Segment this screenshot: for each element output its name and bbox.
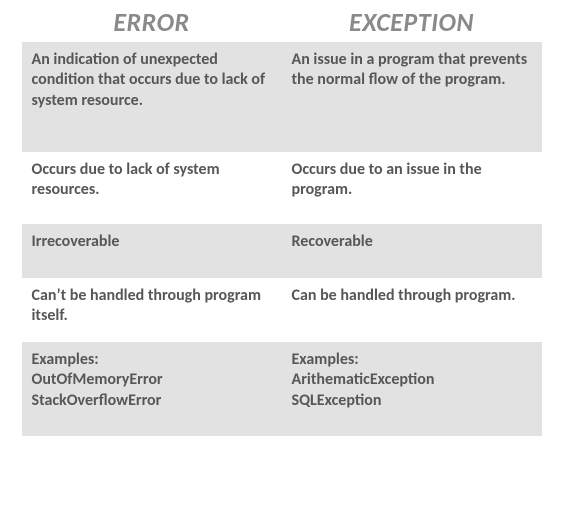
- table-row: Examples: OutOfMemoryError StackOverflow…: [22, 342, 542, 436]
- comparison-table: ERROR EXCEPTION An indication of unexpec…: [22, 6, 542, 436]
- table-row: An indication of unexpected condition th…: [22, 42, 542, 152]
- cell-error: Irrecoverable: [22, 224, 282, 278]
- cell-exception: Examples: ArithematicException SQLExcept…: [282, 342, 542, 436]
- cell-exception: An issue in a program that prevents the …: [282, 42, 542, 152]
- cell-error: An indication of unexpected condition th…: [22, 42, 282, 152]
- header-error: ERROR: [22, 6, 282, 38]
- table-row: Irrecoverable Recoverable: [22, 224, 542, 278]
- header-exception: EXCEPTION: [282, 6, 542, 38]
- cell-exception: Can be handled through program.: [282, 278, 542, 342]
- table-row: Can’t be handled through program itself.…: [22, 278, 542, 342]
- cell-error: Occurs due to lack of system resources.: [22, 152, 282, 224]
- cell-error: Examples: OutOfMemoryError StackOverflow…: [22, 342, 282, 436]
- table-header-row: ERROR EXCEPTION: [22, 6, 542, 42]
- cell-error: Can’t be handled through program itself.: [22, 278, 282, 342]
- cell-exception: Recoverable: [282, 224, 542, 278]
- table-row: Occurs due to lack of system resources. …: [22, 152, 542, 224]
- cell-exception: Occurs due to an issue in the program.: [282, 152, 542, 224]
